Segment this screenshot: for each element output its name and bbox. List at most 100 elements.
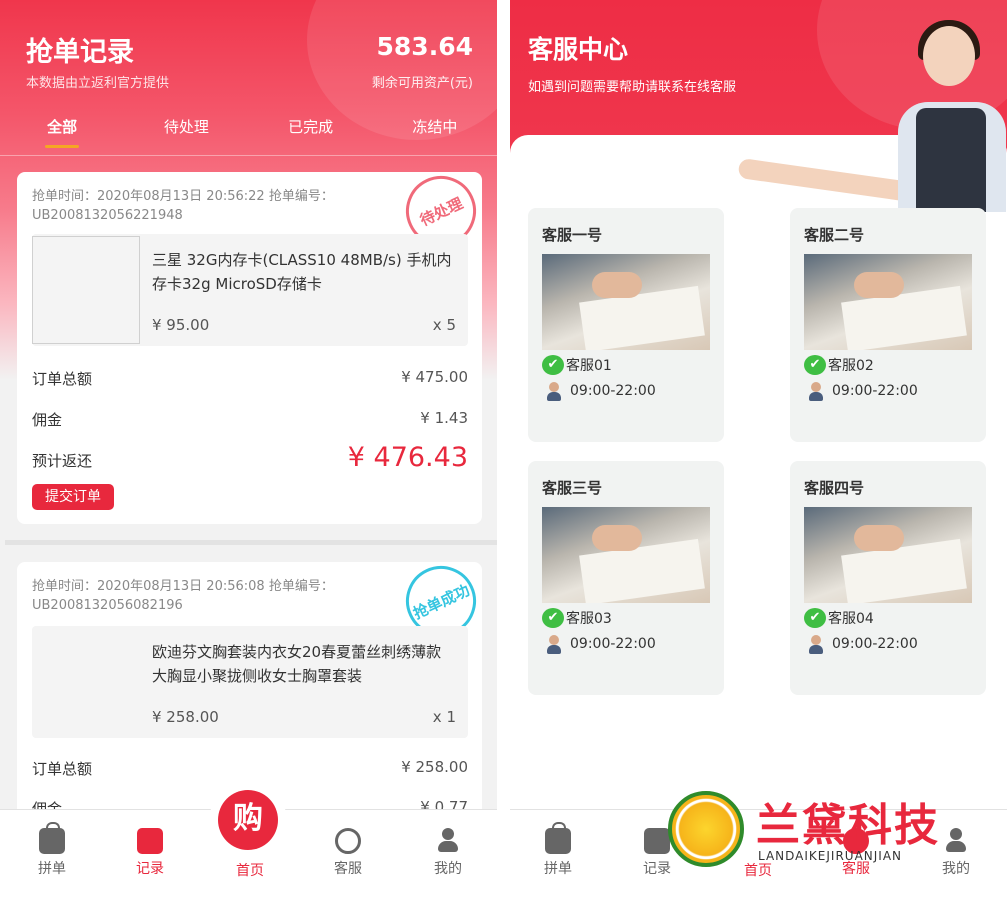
service-name-row: ✔ 客服01 — [542, 355, 612, 375]
agent-icon — [808, 634, 824, 654]
tabbar-item-records[interactable]: 记录 — [120, 828, 180, 878]
page-subtitle: 如遇到问题需要帮助请联系在线客服 — [528, 80, 737, 95]
product-quantity: x 5 — [432, 316, 456, 334]
service-name: 客服04 — [828, 611, 874, 627]
tabbar-item-mine[interactable]: 我的 — [418, 828, 478, 878]
tabbar-label: 我的 — [434, 861, 462, 877]
tab-completed[interactable]: 已完成 — [249, 112, 373, 152]
tabbar-label-home[interactable]: 首页 — [220, 860, 280, 880]
service-hours: 09:00-22:00 — [570, 383, 656, 399]
order-meta: 抢单时间：2020年08月13日 20:56:08 抢单编号：UB2008132… — [32, 579, 334, 613]
agent-icon — [546, 381, 562, 401]
service-card-title: 客服四号 — [804, 479, 865, 497]
tab-frozen[interactable]: 冻结中 — [373, 112, 497, 152]
tabbar-label: 客服 — [334, 861, 362, 877]
product-name: 欧迪芬文胸套装内衣女20春夏蕾丝刺绣薄款大胸显小聚拢侧收女士胸罩套装 — [152, 643, 442, 685]
order-card: 抢单时间：2020年08月13日 20:56:08 抢单编号：UB2008132… — [17, 554, 488, 822]
agent-icon — [546, 634, 562, 654]
tabbar-item-service[interactable]: 客服 — [318, 828, 378, 878]
service-agent-illustration — [737, 20, 1007, 212]
service-card-title: 客服一号 — [542, 226, 603, 244]
service-name: 客服03 — [566, 611, 612, 627]
service-hours: 09:00-22:00 — [570, 636, 656, 652]
order-card: 抢单时间：2020年08月13日 20:56:22 抢单编号：UB2008132… — [17, 164, 488, 524]
product-name: 三星 32G内存卡(CLASS10 48MB/s) 手机内存卡32g Micro… — [152, 251, 452, 293]
return-row: 预计返还 ¥ 476.43 — [32, 442, 468, 473]
page-title: 抢单记录 — [26, 37, 134, 68]
verified-icon: ✔ — [804, 355, 826, 375]
bottom-tabbar: 拼单 记录 购 首页 客服 我的 — [0, 784, 497, 901]
tabbar-label: 拼单 — [544, 861, 572, 877]
tabbar-label: 拼单 — [38, 861, 66, 877]
home-buy-button[interactable]: 购 — [208, 784, 288, 864]
order-total-label: 订单总额 — [32, 370, 93, 388]
product-quantity: x 1 — [432, 708, 456, 726]
order-total-value: ¥ 258.00 — [401, 758, 468, 776]
commission-label: 佣金 — [32, 411, 63, 429]
tab-divider — [0, 155, 497, 156]
commission-row: 佣金 ¥ 1.43 — [32, 409, 468, 430]
product-price: ¥ 95.00 — [152, 316, 210, 334]
service-photo — [804, 254, 972, 350]
orange-logo-icon — [668, 791, 744, 867]
order-total-row: 订单总额 ¥ 475.00 — [32, 368, 468, 389]
bag-icon — [39, 822, 65, 854]
card-separator — [5, 540, 497, 545]
service-name-row: ✔ 客服02 — [804, 355, 874, 375]
service-card-title: 客服二号 — [804, 226, 865, 244]
record-icon — [137, 828, 163, 854]
order-total-row: 订单总额 ¥ 258.00 — [32, 758, 468, 779]
service-hours-row: 09:00-22:00 — [542, 381, 656, 401]
service-name-row: ✔ 客服03 — [542, 608, 612, 628]
verified-icon: ✔ — [804, 608, 826, 628]
service-photo — [542, 254, 710, 350]
service-hours-row: 09:00-22:00 — [804, 634, 918, 654]
service-photo — [542, 507, 710, 603]
order-records-screen: 抢单记录 本数据由立返利官方提供 583.64 剩余可用资产(元) 全部 待处理… — [0, 0, 497, 901]
service-card[interactable]: 客服四号 ✔ 客服04 09:00-22:00 — [790, 461, 986, 695]
product-image — [32, 236, 140, 344]
balance-label: 剩余可用资产(元) — [371, 76, 473, 91]
watermark-en: LANDAIKEJIRUANJIAN — [758, 849, 903, 863]
service-card[interactable]: 客服一号 ✔ 客服01 09:00-22:00 — [528, 208, 724, 442]
tabbar-item-group-buy[interactable]: 拼单 — [22, 822, 82, 878]
return-label: 预计返还 — [32, 452, 93, 470]
service-hours-row: 09:00-22:00 — [542, 634, 656, 654]
customer-service-screen: 客服中心 如遇到问题需要帮助请联系在线客服 客服一号 ✔ 客服01 09:00-… — [510, 0, 1007, 901]
watermark-text: 兰黛科技 — [756, 800, 940, 851]
tab-pending[interactable]: 待处理 — [124, 112, 248, 152]
service-hours-row: 09:00-22:00 — [804, 381, 918, 401]
agent-icon — [808, 381, 824, 401]
status-tabs: 全部 待处理 已完成 冻结中 — [0, 112, 497, 152]
service-hours: 09:00-22:00 — [832, 383, 918, 399]
return-value: ¥ 476.43 — [347, 442, 468, 473]
tabbar-item-group-buy[interactable]: 拼单 — [528, 822, 588, 878]
bag-icon — [545, 822, 571, 854]
service-name-row: ✔ 客服04 — [804, 608, 874, 628]
agent-arm — [737, 157, 914, 203]
buy-icon: 购 — [218, 790, 278, 850]
verified-icon: ✔ — [542, 355, 564, 375]
order-total-label: 订单总额 — [32, 760, 93, 778]
product-row[interactable]: 欧迪芬文胸套装内衣女20春夏蕾丝刺绣薄款大胸显小聚拢侧收女士胸罩套装 ¥ 258… — [32, 626, 468, 738]
page-title: 客服中心 — [528, 35, 629, 64]
product-row[interactable]: 三星 32G内存卡(CLASS10 48MB/s) 手机内存卡32g Micro… — [32, 234, 468, 346]
service-card-title: 客服三号 — [542, 479, 603, 497]
order-meta: 抢单时间：2020年08月13日 20:56:22 抢单编号：UB2008132… — [32, 189, 334, 223]
submit-order-button[interactable]: 提交订单 — [32, 484, 114, 510]
service-name: 客服02 — [828, 358, 874, 374]
verified-icon: ✔ — [542, 608, 564, 628]
service-photo — [804, 507, 972, 603]
commission-value: ¥ 1.43 — [420, 409, 468, 427]
agent-vest — [916, 108, 986, 212]
headset-icon — [335, 828, 361, 854]
service-card[interactable]: 客服二号 ✔ 客服02 09:00-22:00 — [790, 208, 986, 442]
order-total-value: ¥ 475.00 — [401, 368, 468, 386]
user-icon — [435, 828, 461, 854]
page-subtitle: 本数据由立返利官方提供 — [26, 76, 170, 91]
service-card[interactable]: 客服三号 ✔ 客服03 09:00-22:00 — [528, 461, 724, 695]
product-price: ¥ 258.00 — [152, 708, 219, 726]
company-watermark: 兰黛科技 LANDAIKEJIRUANJIAN — [660, 785, 980, 875]
tabbar-label: 记录 — [136, 861, 164, 877]
tab-all[interactable]: 全部 — [0, 112, 124, 152]
